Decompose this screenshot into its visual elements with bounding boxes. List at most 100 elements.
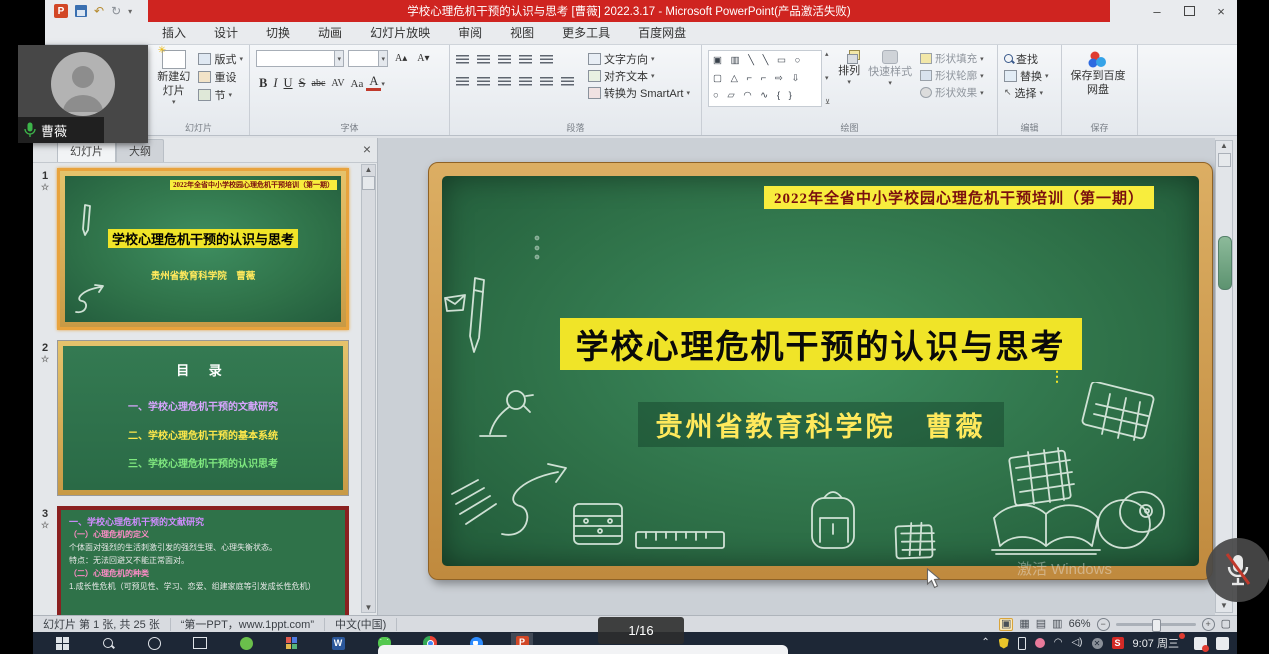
bold-button[interactable]: B [256, 76, 270, 91]
tab-transitions[interactable]: 切换 [252, 21, 304, 44]
slide-2-thumbnail[interactable]: 目 录 一、学校心理危机干预的文献研究 二、学校心理危机干预的基本系统 三、学校… [57, 340, 349, 496]
scroll-split-box[interactable] [362, 176, 375, 190]
tray-expand-icon[interactable]: ⌃ [981, 638, 989, 648]
tray-notes-icon[interactable] [1216, 637, 1229, 650]
tab-baidu-pan[interactable]: 百度网盘 [624, 21, 700, 44]
red-s-app-icon[interactable]: S [1112, 637, 1124, 649]
zoom-slider[interactable] [1116, 623, 1196, 626]
scroll-thumb[interactable] [1218, 236, 1232, 290]
powerpoint-logo-icon[interactable]: P [54, 4, 68, 18]
scroll-down-icon[interactable]: ▼ [1216, 601, 1232, 610]
underline-button[interactable]: U [281, 76, 296, 91]
tray-document-icon[interactable] [1194, 637, 1207, 650]
new-slide-button[interactable]: 新建幻灯片 ▾ [154, 50, 193, 107]
gallery-up-icon[interactable]: ▴ [825, 50, 830, 58]
tab-insert[interactable]: 插入 [148, 21, 200, 44]
scroll-up-icon[interactable]: ▲ [1220, 141, 1228, 150]
align-left-icon[interactable] [456, 77, 469, 86]
pink-app-tray-icon[interactable] [1035, 638, 1045, 648]
taskbar-app-photos[interactable] [281, 633, 303, 653]
qat-customize-dropdown-icon[interactable]: ▾ [128, 7, 132, 16]
zoom-in-button[interactable]: + [1202, 618, 1215, 631]
grow-font-icon[interactable]: A▴ [392, 53, 410, 64]
slide-3-thumbnail[interactable]: 一、学校心理危机干预的文献研究 （一）心理危机的定义 个体面对强烈的生活刺激引发… [57, 506, 349, 615]
select-button[interactable]: ↖选择▾ [1004, 84, 1055, 101]
network-icon[interactable]: ◠ [1054, 638, 1063, 648]
slide-sorter-view-button[interactable]: ▦ [1019, 619, 1029, 630]
minimize-button[interactable]: – [1141, 2, 1173, 20]
align-right-icon[interactable] [498, 77, 511, 86]
tab-animations[interactable]: 动画 [304, 21, 356, 44]
layout-button[interactable]: 版式▾ [198, 50, 243, 68]
panel-scrollbar[interactable]: ▲ ▼ [361, 164, 376, 613]
font-color-button[interactable]: A [366, 76, 381, 90]
slide-subtitle[interactable]: 贵州省教育科学院 曹薇 [638, 402, 1004, 447]
taskbar-search-button[interactable] [97, 633, 119, 653]
zoom-out-button[interactable]: − [1097, 618, 1110, 631]
taskbar-app-word[interactable]: W [327, 633, 349, 653]
tab-design[interactable]: 设计 [200, 21, 252, 44]
section-button[interactable]: 节▾ [198, 86, 243, 104]
italic-button[interactable]: I [270, 76, 280, 91]
quick-styles-button[interactable]: 快速样式 ▾ [868, 50, 912, 89]
participant-video-tile[interactable]: 曹薇 [18, 45, 148, 143]
slide-banner[interactable]: 2022年全省中小学校园心理危机干预培训（第一期） [764, 186, 1154, 209]
meeting-toolbar-peek[interactable] [378, 645, 788, 654]
restore-button[interactable] [1173, 2, 1205, 20]
save-icon[interactable] [75, 5, 87, 17]
arrange-button[interactable]: 排列 ▾ [838, 50, 860, 88]
current-slide[interactable]: 2022年全省中小学校园心理危机干预培训（第一期） 学校心理危机干预的认识与思考… [428, 162, 1213, 580]
shape-effects-button[interactable]: 形状效果▾ [920, 84, 984, 101]
strikethrough-button[interactable]: S [296, 76, 309, 91]
close-button[interactable]: × [1205, 2, 1237, 20]
replace-button[interactable]: 替换▾ [1004, 67, 1055, 84]
taskbar-app-360[interactable] [235, 633, 257, 653]
line-spacing-icon[interactable] [540, 55, 553, 64]
find-button[interactable]: 查找 [1004, 50, 1055, 67]
shape-outline-button[interactable]: 形状轮廓▾ [920, 67, 984, 84]
mute-button[interactable] [1206, 538, 1269, 602]
language-status[interactable]: 中文(中国) [325, 618, 397, 631]
shape-fill-button[interactable]: 形状填充▾ [920, 50, 984, 67]
tab-more-tools[interactable]: 更多工具 [548, 21, 624, 44]
bullets-icon[interactable] [456, 55, 469, 64]
cortana-button[interactable] [143, 633, 165, 653]
shrink-font-icon[interactable]: A▾ [414, 53, 432, 64]
zoom-slider-thumb[interactable] [1152, 619, 1161, 632]
reading-view-button[interactable]: ▤ [1036, 619, 1046, 630]
columns-icon[interactable] [561, 77, 574, 86]
align-center-icon[interactable] [477, 77, 490, 86]
shadow-abc-icon[interactable]: abc [309, 78, 329, 89]
smartart-button[interactable]: 转换为 SmartArt▾ [588, 84, 690, 101]
text-direction-button[interactable]: 文字方向▾ [588, 50, 690, 67]
volume-icon[interactable]: ◁) [1071, 638, 1082, 648]
undo-icon[interactable]: ↶ [94, 5, 104, 17]
dropdown-icon[interactable]: ▾ [381, 80, 385, 88]
fit-to-window-button[interactable]: ▢ [1221, 619, 1231, 630]
slideshow-view-button[interactable]: ▥ [1052, 619, 1062, 630]
justify-icon[interactable] [519, 77, 532, 86]
shapes-gallery[interactable]: ▣ ▥ ╲ ╲ ▭ ○ ▢ △ ⌐ ⌐ ⇨ ⇩ ○ ▱ ◠ ∿ { } [708, 50, 822, 107]
tray-x-icon[interactable]: ✕ [1092, 638, 1103, 649]
save-to-baidu-button[interactable]: 保存到百度网盘 [1068, 50, 1128, 98]
panel-close-icon[interactable]: × [363, 141, 371, 157]
font-size-combo[interactable]: ▾ [348, 50, 388, 67]
slide-title[interactable]: 学校心理危机干预的认识与思考 [560, 318, 1082, 370]
scroll-split-box[interactable] [1218, 153, 1231, 167]
slide-1-thumbnail[interactable]: 2022年全省中小学校园心理危机干预培训（第一期） 学校心理危机干预的认识与思考… [57, 168, 349, 330]
font-name-combo[interactable]: ▾ [256, 50, 344, 67]
distribute-icon[interactable] [540, 77, 553, 86]
normal-view-button[interactable]: ▣ [999, 618, 1013, 631]
tab-review[interactable]: 审阅 [444, 21, 496, 44]
security-shield-icon[interactable] [999, 638, 1009, 649]
decrease-indent-icon[interactable] [498, 55, 511, 64]
start-button[interactable] [51, 633, 73, 653]
gallery-more-icon[interactable]: ⊻ [825, 98, 830, 106]
task-view-button[interactable] [189, 633, 211, 653]
change-case-icon[interactable]: Aa [348, 78, 367, 90]
zoom-level[interactable]: 66% [1069, 618, 1091, 630]
taskbar-clock[interactable]: 9:07 周三 [1133, 635, 1185, 651]
tab-view[interactable]: 视图 [496, 21, 548, 44]
redo-icon[interactable]: ↻ [111, 5, 121, 17]
scroll-down-icon[interactable]: ▼ [365, 603, 373, 612]
